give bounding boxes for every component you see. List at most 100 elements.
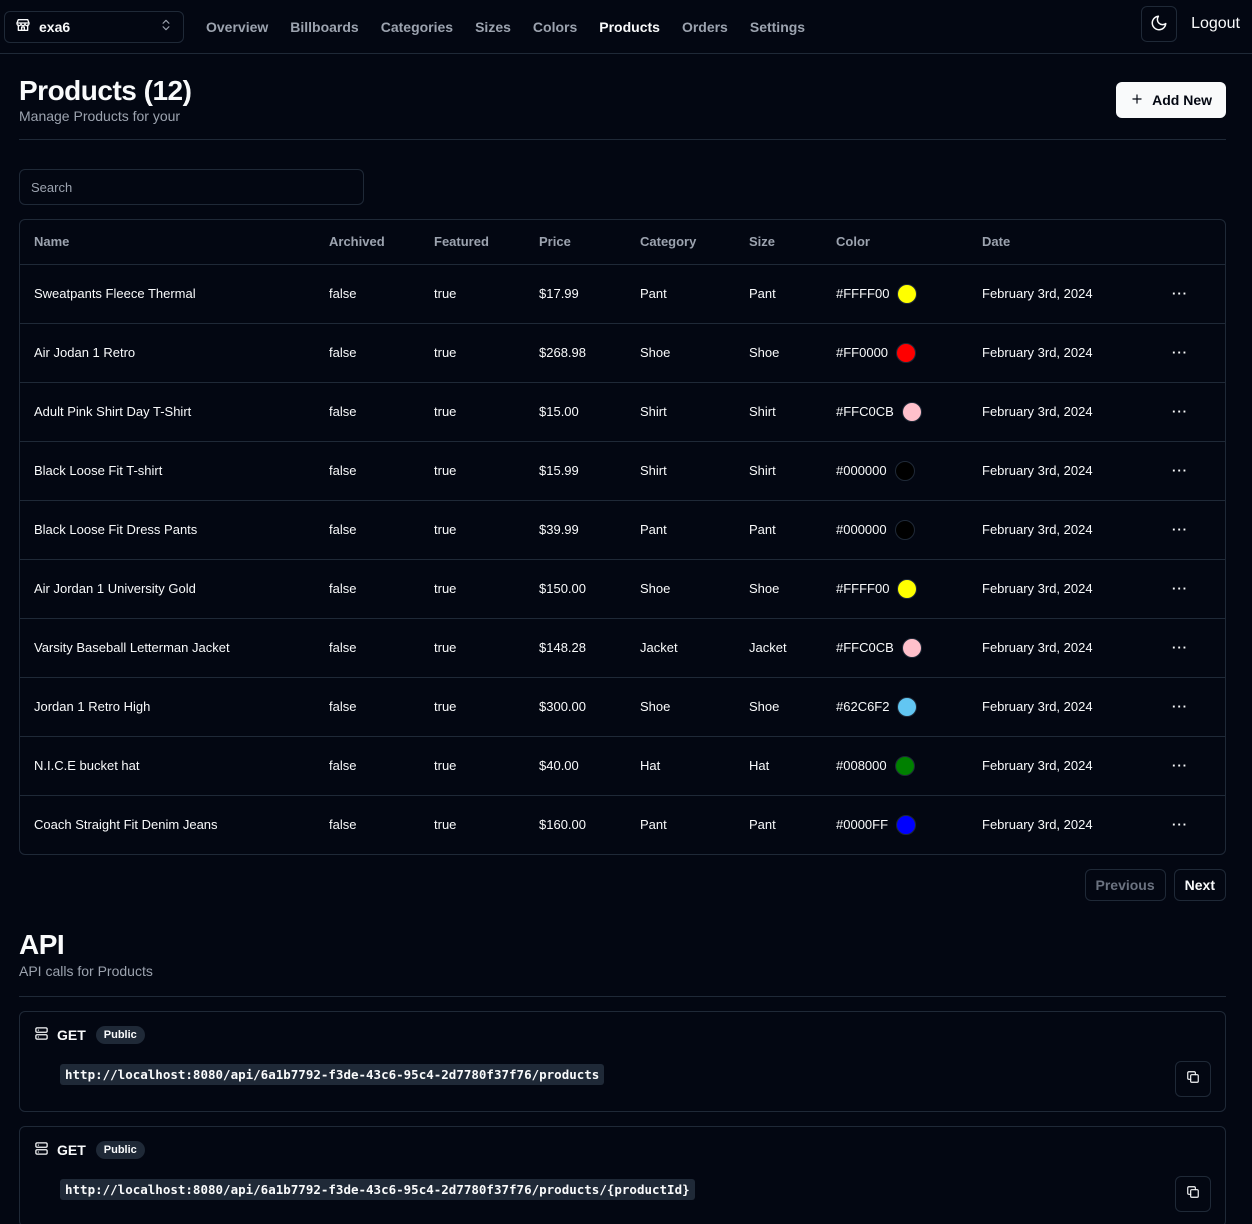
theme-toggle-button[interactable] [1141, 6, 1178, 42]
column-header-price: Price [525, 220, 626, 265]
cell-date: February 3rd, 2024 [968, 736, 1158, 796]
cell-category: Hat [626, 736, 735, 796]
cell-size: Jacket [735, 618, 822, 678]
cell-featured: true [420, 736, 525, 796]
color-swatch [897, 578, 918, 599]
copy-button[interactable] [1175, 1175, 1211, 1212]
server-icon [34, 1026, 49, 1044]
cell-date: February 3rd, 2024 [968, 677, 1158, 737]
cell-featured: true [434, 817, 457, 832]
color-swatch [897, 696, 918, 717]
store-switcher[interactable]: exa6 [4, 10, 184, 43]
previous-button[interactable]: Previous [1084, 868, 1166, 901]
cell-price: $150.00 [525, 559, 626, 619]
cell-size: Shoe [735, 323, 822, 383]
nav-orders[interactable]: Orders [682, 19, 728, 35]
more-horizontal-icon[interactable]: ··· [1172, 345, 1188, 360]
table-row: Varsity Baseball Letterman Jacket false tr… [20, 618, 1225, 678]
cell-color: #FFFF00 [822, 559, 968, 619]
cell-size: Shirt [735, 382, 822, 442]
api-title: API [19, 928, 65, 960]
api-method: GET [57, 1141, 86, 1158]
cell-size: Hat [735, 736, 822, 796]
copy-icon [1186, 1185, 1200, 1202]
logout-button[interactable]: Logout [1191, 15, 1240, 33]
table-row: Air Jodan 1 Retro false true $268.98 Shoe Sho… [20, 323, 1225, 383]
more-horizontal-icon[interactable]: ··· [1172, 286, 1188, 301]
cell-name: Black Loose Fit T-shirt [20, 441, 315, 501]
more-horizontal-icon[interactable]: ··· [1172, 404, 1188, 419]
color-hex: #0000FF [836, 817, 889, 832]
store-icon [15, 17, 31, 36]
cell-price: $39.99 [525, 500, 626, 560]
cell-date: February 3rd, 2024 [968, 559, 1158, 619]
more-horizontal-icon[interactable]: ··· [1172, 463, 1188, 478]
more-horizontal-icon[interactable]: ··· [1172, 522, 1188, 537]
copy-button[interactable] [1175, 1060, 1211, 1097]
api-call-card: GET Public http://localhost:8080/api/6a1… [19, 1125, 1226, 1224]
cell-actions: ··· [1158, 441, 1225, 501]
chevrons-up-down-icon [159, 18, 173, 35]
search-input[interactable] [19, 169, 364, 205]
cell-category: Pant [626, 264, 735, 324]
more-horizontal-icon[interactable]: ··· [1172, 581, 1188, 596]
nav-overview[interactable]: Overview [206, 19, 268, 35]
cell-featured: true [420, 323, 525, 383]
more-horizontal-icon[interactable]: ··· [1172, 699, 1188, 714]
color-hex: #FFFF00 [836, 286, 890, 301]
color-hex: #62C6F2 [836, 699, 890, 714]
store-name: exa6 [39, 18, 71, 35]
nav-billboards[interactable]: Billboards [290, 19, 358, 35]
page-title: Products (12) [19, 75, 192, 106]
color-swatch [901, 637, 922, 658]
cell-date: February 3rd, 2024 [968, 618, 1158, 678]
nav-sizes[interactable]: Sizes [475, 19, 511, 35]
cell-price: $15.00 [525, 382, 626, 442]
cell-date: February 3rd, 2024 [968, 323, 1158, 383]
cell-archived: false [315, 382, 420, 442]
add-new-button[interactable]: Add New [1116, 82, 1226, 118]
cell-archived: false [315, 500, 420, 560]
cell-color: #62C6F2 [822, 677, 968, 737]
table-row: N.I.C.E bucket hat false true $40.00 Hat Hat #… [20, 736, 1225, 796]
cell-price: $268.98 [525, 323, 626, 383]
table-row: Jordan 1 Retro High false true $300.00 Shoe S… [20, 677, 1225, 737]
cell-actions: ··· [1158, 382, 1225, 442]
main-nav: Overview Billboards Categories Sizes Col… [206, 19, 827, 35]
cell-color: #008000 [822, 736, 968, 796]
nav-categories[interactable]: Categories [381, 19, 453, 35]
api-url: http://localhost:8080/api/6a1b7792-f3de-… [60, 1178, 695, 1200]
column-header-featured: Featured [420, 220, 525, 265]
more-horizontal-icon[interactable]: ··· [1172, 817, 1188, 832]
next-button[interactable]: Next [1173, 868, 1226, 901]
cell-name: Black Loose Fit Dress Pants [20, 500, 315, 560]
nav-colors[interactable]: Colors [533, 19, 577, 35]
more-horizontal-icon[interactable]: ··· [1172, 758, 1188, 773]
table-row: Black Loose Fit T-shirt false true $15.99 Sh… [20, 441, 1225, 501]
cell-name: Sweatpants Fleece Thermal [20, 264, 315, 324]
cell-featured: true [420, 382, 525, 442]
cell-price: $17.99 [525, 264, 626, 324]
color-hex: #FFC0CB [836, 640, 894, 655]
moon-icon [1150, 14, 1168, 35]
cell-actions: ··· [1158, 559, 1225, 619]
color-hex: #FFC0CB [836, 404, 894, 419]
table-row: Black Loose Fit Dress Pants false true $39.… [20, 500, 1225, 560]
cell-category: Pant [626, 500, 735, 560]
nav-products[interactable]: Products [599, 19, 660, 35]
more-horizontal-icon[interactable]: ··· [1172, 640, 1188, 655]
cell-name: N.I.C.E bucket hat [20, 736, 315, 796]
cell-color: #000000 [822, 441, 968, 501]
cell-color: #FFC0CB [822, 382, 968, 442]
color-swatch [896, 342, 917, 363]
cell-archived: false [315, 441, 420, 501]
nav-settings[interactable]: Settings [750, 19, 805, 35]
cell-name: Jordan 1 Retro High [20, 677, 315, 737]
cell-featured: true [420, 559, 525, 619]
copy-icon [1186, 1070, 1200, 1087]
pagination: Previous Next [19, 868, 1226, 901]
cell-size: Pant [749, 817, 776, 832]
cell-actions: ··· [1158, 323, 1225, 383]
cell-size: Pant [735, 264, 822, 324]
cell-date: February 3rd, 2024 [968, 264, 1158, 324]
